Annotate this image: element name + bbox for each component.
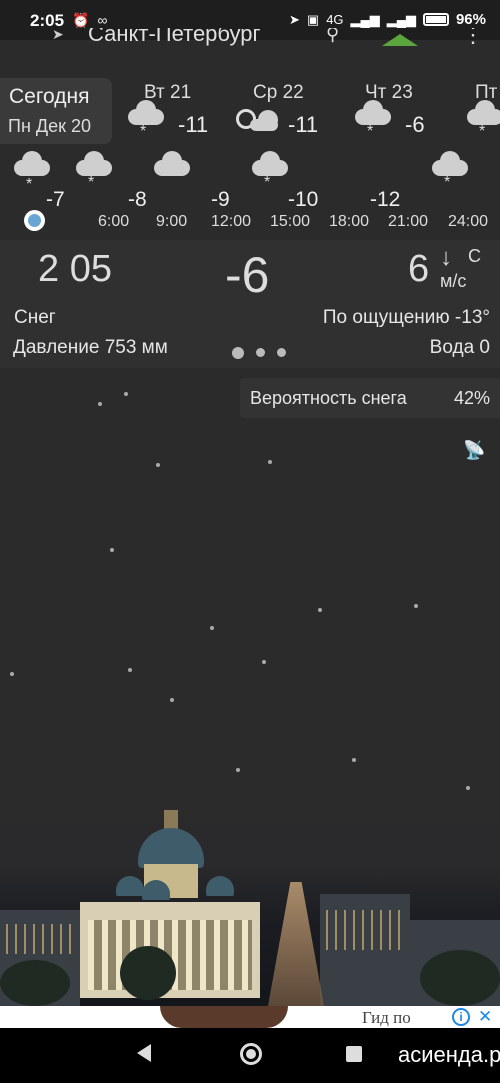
navigation-bar: асиенда.ру — [0, 1028, 500, 1083]
snowflake — [110, 548, 114, 552]
snowflake — [318, 608, 322, 612]
precip-label: Вероятность снега — [250, 388, 407, 408]
precipitation-chance[interactable]: Вероятность снега 42% — [240, 378, 500, 418]
hour-temp: -8 — [128, 188, 147, 211]
day-temp: -11 — [288, 112, 319, 137]
snowflake — [156, 463, 160, 467]
link-icon: ∞ — [97, 12, 108, 28]
network-type: 4G — [326, 12, 344, 27]
cloud-snow-icon: * — [252, 151, 288, 191]
mountain-icon[interactable] — [382, 34, 418, 46]
feels-like: По ощущению -13° — [322, 307, 490, 328]
snowflake — [98, 402, 102, 406]
snowflake — [128, 668, 132, 672]
city-background-image — [0, 790, 500, 1006]
cloud-snow-icon: * — [128, 100, 164, 140]
cloud-snow-icon: * — [76, 151, 112, 191]
water-temp: Вода 0 — [429, 337, 490, 358]
volte-icon: ▣ — [306, 11, 320, 27]
day-temp: -11 — [178, 112, 209, 137]
cloud-snow-icon: * — [14, 151, 50, 193]
wind-direction: С — [468, 246, 481, 266]
cloud-snow-icon: * — [355, 100, 391, 140]
sun-cloud-icon — [236, 109, 278, 131]
ad-text: Гид по — [362, 1008, 411, 1027]
snowflake — [236, 768, 240, 772]
location-icon[interactable]: ➤ — [52, 28, 64, 43]
today-card[interactable]: Сегодня Пн Дек 20 — [0, 78, 112, 144]
radar-antenna-icon[interactable]: 📡 — [463, 440, 485, 461]
wind-speed: 6 — [408, 248, 430, 290]
snowflake — [262, 660, 266, 664]
hour-temp: -10 — [288, 188, 319, 211]
snowflake — [170, 698, 174, 702]
snowflake — [352, 758, 356, 762]
snowflake — [124, 392, 128, 396]
ad-close-icon[interactable]: ✕ — [478, 1007, 492, 1027]
status-icons-left: ⏰ ∞ — [72, 12, 107, 29]
back-icon[interactable] — [137, 1044, 151, 1062]
day-forecast[interactable]: Чт 23 * -6 — [355, 82, 455, 142]
snowflake — [10, 672, 14, 676]
snowflake — [414, 604, 418, 608]
day-forecast[interactable]: Ср 22 -11 — [236, 82, 336, 142]
precip-value: 42% — [453, 388, 490, 408]
day-forecast[interactable]: Пт * — [465, 82, 500, 142]
status-icons-right: ➤ ▣ 4G ▂▄▆ ▂▄▆ 96% — [289, 11, 486, 28]
day-temp: -6 — [405, 112, 425, 137]
signal-icon: ▂▄▆ — [350, 11, 380, 27]
current-time: 2 05 — [38, 248, 112, 290]
search-icon[interactable]: ⚲ — [326, 28, 339, 45]
today-label: Сегодня — [9, 85, 90, 108]
now-marker — [24, 210, 45, 231]
hour-time: 24:00 — [448, 213, 489, 230]
hourly-icons: * * * * — [0, 150, 500, 193]
snowflake — [268, 460, 272, 464]
pressure: Давление 753 мм — [13, 337, 168, 358]
watermark: асиенда.ру — [398, 1042, 500, 1067]
hour-temp: -7 — [46, 188, 65, 211]
location-arrow-icon: ➤ — [288, 11, 300, 27]
hour-time: 18:00 — [329, 213, 370, 230]
day-name: Ср 22 — [253, 82, 304, 103]
current-weather-panel[interactable]: 2 05 -6 6 ↓ С м/с Снег По ощущению -13° … — [0, 240, 500, 368]
battery-percent: 96% — [455, 11, 486, 28]
cloud-snow-icon: * — [467, 100, 500, 140]
current-temperature: -6 — [225, 247, 270, 303]
ad-info-icon[interactable]: i — [452, 1008, 470, 1026]
battery-icon — [422, 13, 449, 26]
day-forecast[interactable]: Вт 21 * -11 — [128, 82, 228, 142]
hour-time: 12:00 — [211, 213, 252, 230]
more-menu-icon[interactable]: ⋮ — [462, 28, 484, 48]
wind-unit: м/с — [440, 271, 467, 291]
hour-temp: -9 — [211, 188, 230, 211]
city-title[interactable]: Санкт-Петербург — [88, 28, 261, 46]
hour-time: 6:00 — [98, 213, 130, 230]
recents-icon[interactable] — [346, 1046, 362, 1062]
ad-image — [160, 1006, 288, 1028]
condition-text: Снег — [14, 307, 56, 328]
wind-direction-arrow-icon: ↓ — [440, 244, 452, 271]
cloud-snow-icon: * — [432, 151, 468, 191]
alarm-icon: ⏰ — [72, 12, 90, 28]
signal-icon-2: ▂▄▆ — [386, 11, 416, 27]
cloud-icon — [154, 151, 190, 176]
hour-time: 21:00 — [388, 213, 429, 230]
ad-banner[interactable]: Гид по i ✕ — [0, 1006, 500, 1028]
hour-time: 15:00 — [270, 213, 311, 230]
hour-time: 9:00 — [156, 213, 188, 230]
today-date: Пн Дек 20 — [8, 116, 91, 136]
page-indicator[interactable] — [232, 347, 286, 359]
app-bar: ➤ Санкт-Петербург ⚲ ⋮ — [0, 28, 500, 52]
hour-temp: -12 — [370, 188, 401, 211]
snowflake — [210, 626, 214, 630]
home-icon[interactable] — [240, 1043, 262, 1065]
